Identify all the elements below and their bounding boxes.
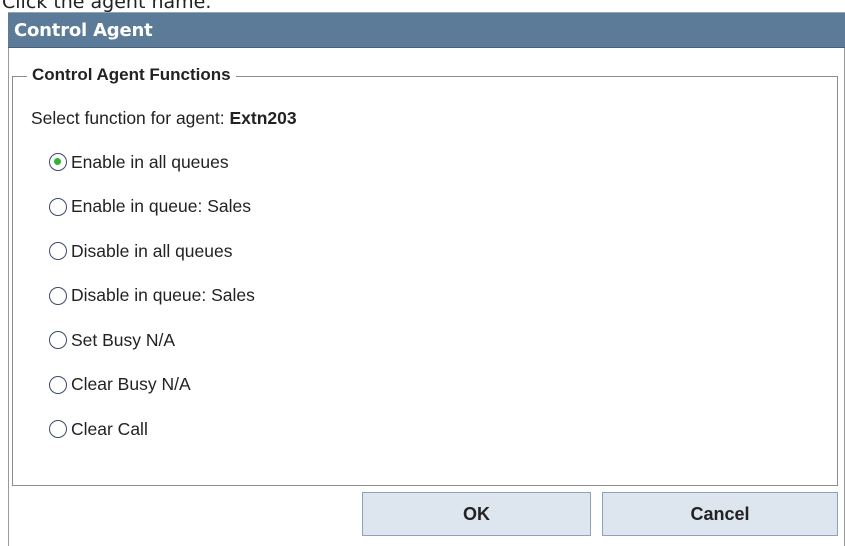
groupbox-label: Control Agent Functions [27, 65, 236, 85]
cancel-button[interactable]: Cancel [602, 492, 838, 536]
radio-button[interactable] [49, 420, 67, 439]
radio-button[interactable] [49, 242, 67, 261]
radio-option-enable-queue[interactable]: Enable in queue: Sales [49, 185, 255, 230]
dialog-titlebar: Control Agent [8, 12, 845, 48]
radio-label: Clear Call [71, 418, 148, 439]
radio-button[interactable] [49, 375, 67, 394]
prompt-text: Select function for agent: [31, 108, 225, 128]
control-agent-dialog: Control Agent Control Agent Functions Se… [8, 12, 845, 546]
radio-button[interactable] [49, 197, 67, 216]
radio-option-enable-all[interactable]: Enable in all queues [49, 140, 255, 185]
ok-button[interactable]: OK [362, 492, 591, 536]
radio-label: Enable in queue: Sales [71, 196, 251, 217]
radio-button[interactable] [49, 286, 67, 305]
radio-label: Clear Busy N/A [71, 374, 191, 395]
agent-name: Extn203 [229, 108, 297, 128]
dialog-title: Control Agent [14, 19, 153, 41]
radio-option-set-busy[interactable]: Set Busy N/A [49, 318, 255, 363]
radio-label: Disable in queue: Sales [71, 285, 255, 306]
radio-label: Set Busy N/A [71, 329, 176, 350]
radio-option-clear-call[interactable]: Clear Call [49, 407, 255, 452]
radio-option-disable-all[interactable]: Disable in all queues [49, 229, 255, 274]
radio-label: Disable in all queues [71, 240, 233, 261]
dialog-body: Control Agent Functions Select function … [8, 48, 845, 546]
radio-option-disable-queue[interactable]: Disable in queue: Sales [49, 274, 255, 319]
radio-label: Enable in all queues [71, 151, 229, 172]
radio-button[interactable] [49, 331, 67, 350]
function-radio-group: Enable in all queues Enable in queue: Sa… [49, 140, 255, 452]
radio-button[interactable] [49, 153, 67, 172]
radio-option-clear-busy[interactable]: Clear Busy N/A [49, 363, 255, 408]
agent-prompt: Select function for agent: Extn203 [31, 108, 297, 129]
